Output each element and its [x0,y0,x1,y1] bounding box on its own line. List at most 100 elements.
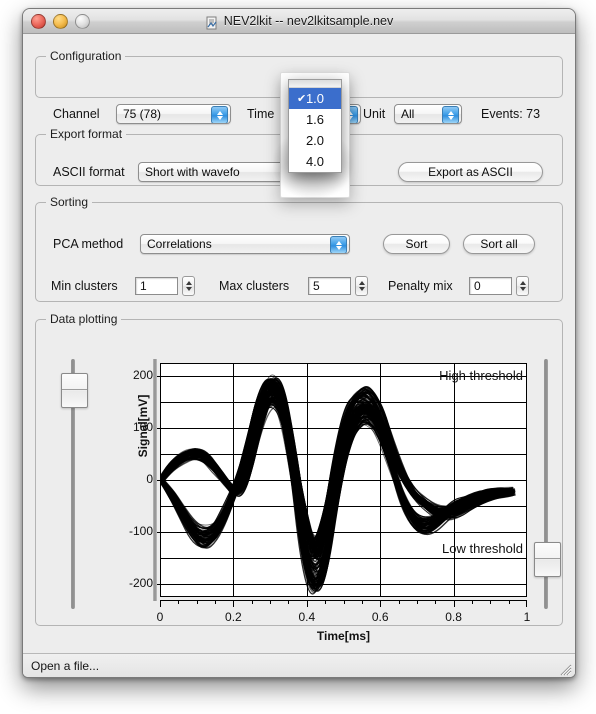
export-as-ascii-button[interactable]: Export as ASCII [398,162,543,182]
sort-all-button-label: Sort all [480,237,518,251]
x-tick-mark [416,600,418,604]
penalty-mix-label: Penalty mix [388,279,453,293]
penalty-mix-input[interactable]: 0 [469,277,512,295]
x-tick-mark [251,600,253,604]
x-tick-mark [288,600,290,604]
x-tick-mark [178,600,180,604]
max-clusters-stepper[interactable] [355,276,368,296]
y-axis-spine [153,359,157,601]
high-threshold-label: High threshold [439,368,523,383]
penalty-mix-value: 0 [474,279,481,293]
status-text: Open a file... [31,659,100,673]
x-tick-label: 0.4 [298,610,316,624]
time-menu-item-2[interactable]: 2.0 [289,130,341,151]
x-tick-mark [435,600,437,604]
sorting-legend: Sorting [46,195,93,209]
ascii-format-label: ASCII format [53,165,125,179]
low-threshold-slider[interactable] [529,359,563,609]
time-menu-item-label: 1.6 [305,112,325,127]
sort-all-button[interactable]: Sort all [463,234,535,254]
export-format-legend: Export format [46,127,127,141]
window-title-wrap: NEV2lkit -- nev2lkitsample.nev [23,14,575,30]
time-label: Time [247,107,275,121]
resize-grip[interactable] [558,662,572,676]
chevron-updown-icon[interactable] [442,106,459,123]
min-clusters-value: 1 [140,279,147,293]
application-window: NEV2lkit -- nev2lkitsample.nev Configura… [22,8,576,678]
x-tick-mark [453,600,455,607]
time-menu-item-1[interactable]: 1.6 [289,109,341,130]
configuration-legend: Configuration [46,49,126,63]
x-tick-mark [380,600,382,607]
minimize-button[interactable] [53,14,68,29]
x-axis-title: Time[ms] [316,629,371,643]
x-tick-mark [270,600,272,604]
time-menu-item-0[interactable]: ✔ 1.0 [289,88,341,109]
time-menu-item-label: 4.0 [305,154,325,169]
pca-method-value: Correlations [147,237,212,251]
unit-value: All [401,107,415,121]
y-tick-label: 100 [132,420,153,434]
status-bar: Open a file... [23,653,575,677]
menu-cap [289,80,341,88]
y-tick-label: 200 [132,368,153,382]
slider-thumb[interactable] [61,373,88,408]
max-clusters-input[interactable]: 5 [308,277,351,295]
x-tick-mark [508,600,510,604]
x-tick-mark [306,600,308,607]
waveform-plot[interactable]: High threshold Low threshold [160,363,527,597]
x-tick-mark [233,600,235,607]
x-tick-mark [215,600,217,604]
min-clusters-stepper[interactable] [182,276,195,296]
x-tick-mark [325,600,327,604]
data-plotting-legend: Data plotting [46,312,122,326]
pca-method-select[interactable]: Correlations [140,234,350,254]
window-content: Configuration Channel 75 (78) Time 1.0 U… [23,34,575,677]
time-menu-item-label: 2.0 [305,133,325,148]
max-clusters-label: Max clusters [219,279,290,293]
y-tick-label: -200 [128,576,153,590]
time-menu-item-3[interactable]: 4.0 [289,151,341,172]
x-tick-mark [471,600,473,604]
x-tick-mark [160,600,161,607]
x-tick-mark [398,600,400,604]
chevron-updown-icon[interactable] [330,236,347,253]
sort-button-label: Sort [405,237,428,251]
window-titlebar[interactable]: NEV2lkit -- nev2lkitsample.nev [23,9,575,34]
x-tick-mark [343,600,345,604]
y-tick-label: 0 [146,472,153,486]
export-as-ascii-label: Export as ASCII [428,165,513,179]
channel-value: 75 (78) [123,107,162,121]
x-tick-mark [526,600,527,607]
slider-thumb[interactable] [534,542,561,577]
high-threshold-slider[interactable] [56,359,90,609]
channel-label: Channel [53,107,100,121]
zoom-button[interactable] [75,14,90,29]
events-count: Events: 73 [481,107,541,121]
close-button[interactable] [31,14,46,29]
max-clusters-value: 5 [313,279,320,293]
x-tick-label: 0 [156,610,164,624]
window-controls [31,14,90,29]
window-title: NEV2lkit -- nev2lkitsample.nev [223,14,394,28]
low-threshold-label: Low threshold [442,541,523,556]
x-tick-label: 0.8 [445,610,462,624]
x-tick-mark [196,600,198,604]
channel-select[interactable]: 75 (78) [116,104,231,124]
x-tick-mark [361,600,363,604]
sort-button[interactable]: Sort [383,234,450,254]
x-tick-label: 0.2 [225,610,242,624]
chevron-updown-icon[interactable] [211,106,228,123]
min-clusters-label: Min clusters [51,279,118,293]
ascii-format-value: Short with wavefo [145,165,240,179]
penalty-mix-stepper[interactable] [516,276,529,296]
document-icon [205,16,219,30]
checkmark-icon: ✔ [297,93,307,105]
x-tick-label: 1 [523,610,531,624]
time-dropdown-menu[interactable]: ✔ 1.0 1.6 2.0 4.0 [288,79,342,173]
time-menu-item-label: 1.0 [305,91,325,106]
unit-select[interactable]: All [394,104,462,124]
y-tick-label: -100 [128,524,153,538]
x-tick-mark [490,600,492,604]
min-clusters-input[interactable]: 1 [135,277,178,295]
